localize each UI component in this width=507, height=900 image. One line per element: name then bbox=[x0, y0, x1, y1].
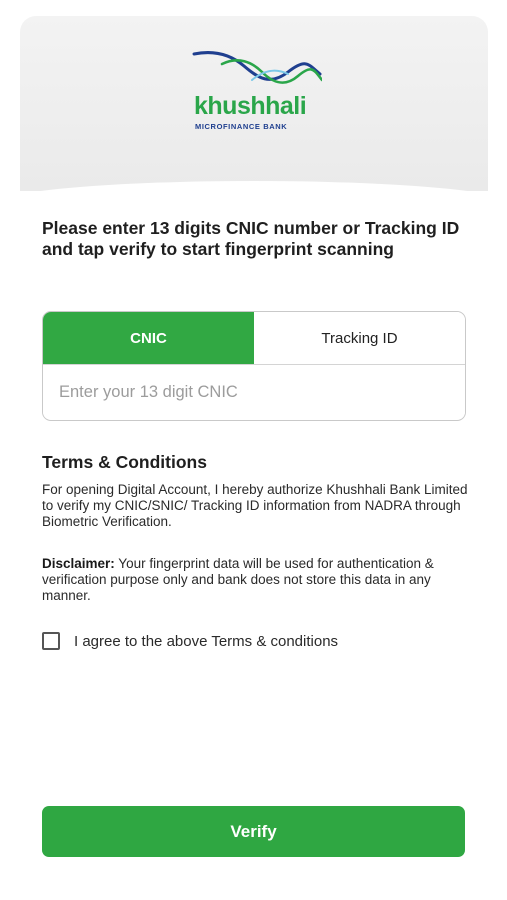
agree-row[interactable]: I agree to the above Terms & conditions bbox=[42, 632, 338, 650]
tab-cnic[interactable]: CNIC bbox=[43, 312, 254, 364]
brand-name: khushhali bbox=[194, 92, 307, 120]
instruction-text: Please enter 13 digits CNIC number or Tr… bbox=[42, 218, 460, 259]
brand-tagline: MICROFINANCE BANK bbox=[195, 122, 288, 131]
agree-checkbox[interactable] bbox=[42, 632, 60, 650]
agree-label[interactable]: I agree to the above Terms & conditions bbox=[74, 633, 338, 650]
disclaimer-label: Disclaimer: bbox=[42, 556, 115, 571]
verify-button[interactable]: Verify bbox=[42, 806, 465, 857]
cnic-input[interactable] bbox=[43, 365, 465, 419]
terms-body: For opening Digital Account, I hereby au… bbox=[42, 482, 468, 529]
header-card: khushhali MICROFINANCE BANK bbox=[0, 16, 507, 203]
terms-title: Terms & Conditions bbox=[42, 452, 207, 472]
brand-logo: khushhali MICROFINANCE BANK bbox=[192, 50, 322, 150]
id-type-tabs: CNIC Tracking ID bbox=[43, 312, 465, 365]
identity-input-box: CNIC Tracking ID bbox=[42, 311, 466, 421]
disclaimer: Disclaimer: Your fingerprint data will b… bbox=[42, 556, 472, 604]
logo-wave-icon bbox=[192, 51, 322, 84]
tab-tracking-id[interactable]: Tracking ID bbox=[254, 312, 465, 364]
